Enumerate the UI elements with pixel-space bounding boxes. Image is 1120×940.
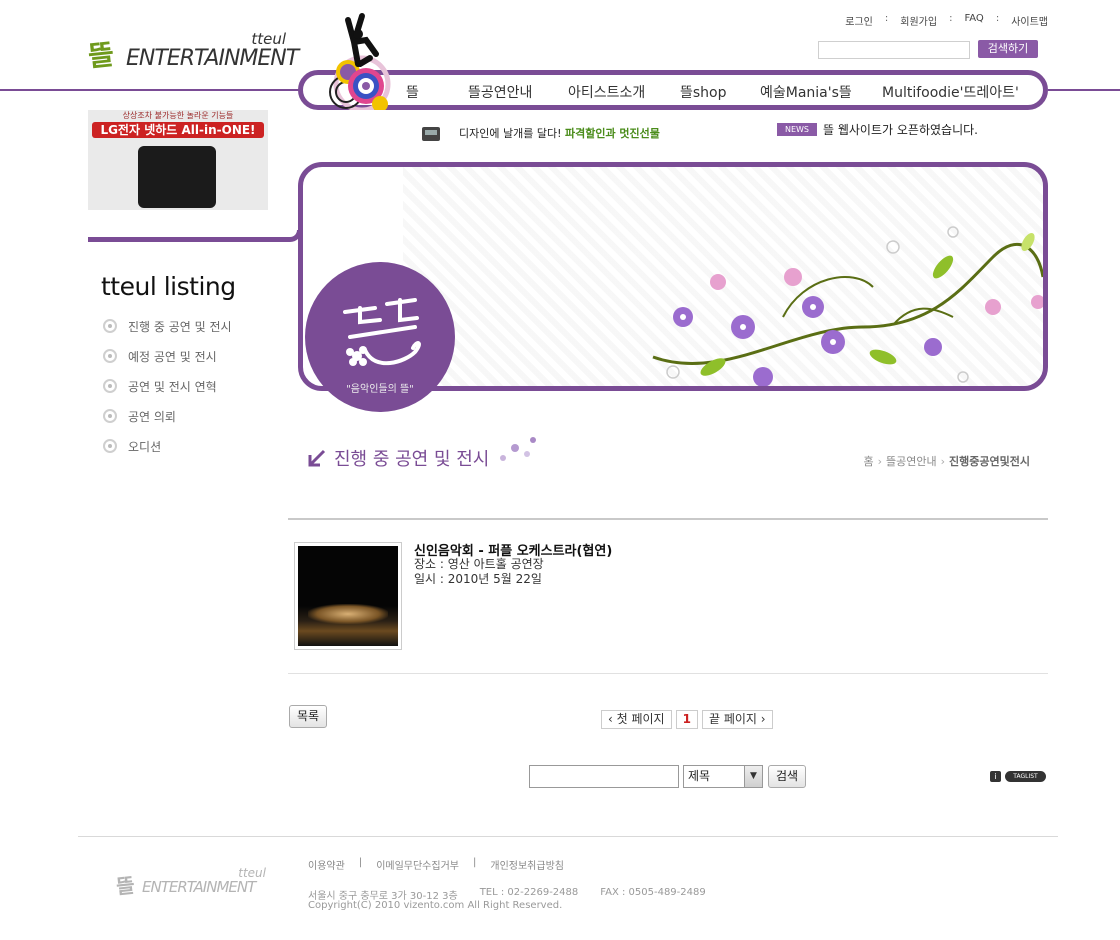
email-refusal-link[interactable]: 이메일무단수집거부: [376, 857, 459, 872]
arrow-down-left-icon: [308, 449, 326, 467]
ad-subtitle: 상상조차 불가능한 놀라운 기능들: [122, 111, 234, 120]
sidebar-item-request[interactable]: 공연 의뢰: [103, 408, 176, 424]
sidebar-item-audition[interactable]: 오디션: [103, 438, 161, 454]
logo-mark: 뜰: [86, 37, 116, 74]
footer-logo: 뜰 ENTERTAINMENT tteul: [114, 866, 266, 900]
top-links: 로그인 : 회원가입 : FAQ : 사이트맵: [845, 13, 1048, 28]
header-divider-left: [0, 89, 300, 91]
login-link[interactable]: 로그인: [845, 13, 873, 28]
board-search-input[interactable]: [529, 765, 679, 788]
header-search-input[interactable]: [818, 41, 970, 59]
dots-decoration-icon: [500, 437, 537, 461]
header-search-button[interactable]: 검색하기: [978, 40, 1038, 58]
footer-logo-tteul: tteul: [238, 866, 266, 880]
separator: :: [995, 13, 1000, 24]
nav-item-multifoodie[interactable]: Multifoodie'뜨레아트': [882, 82, 1034, 102]
sitemap-link[interactable]: 사이트맵: [1011, 13, 1048, 28]
pagination: ‹ 첫 페이지 1 끝 페이지 ›: [601, 710, 773, 729]
nav-item-tteul[interactable]: 뜰: [406, 82, 468, 102]
chevron-right-icon: ›: [940, 454, 946, 468]
faq-link[interactable]: FAQ: [964, 13, 983, 28]
chevron-right-icon: ›: [756, 712, 766, 726]
page-number-button[interactable]: 1: [675, 710, 698, 729]
bullet-icon: [103, 319, 117, 333]
nethard-product-image: [138, 146, 216, 208]
breadcrumb-section[interactable]: 뜰공연안내: [886, 453, 937, 469]
logo-tteul: tteul: [251, 30, 286, 48]
page-title: 진행 중 공연 및 전시: [334, 449, 490, 470]
main-nav: 뜰 뜰공연안내 아티스트소개 뜰shop 예술Mania's뜰 Multifoo…: [406, 82, 1034, 102]
chevron-down-icon[interactable]: ▼: [744, 766, 762, 787]
news-badge: NEWS: [777, 123, 817, 136]
last-page-label: 끝 페이지: [708, 712, 757, 726]
gift-icon: [422, 127, 440, 141]
dancer-circles-icon: [329, 13, 391, 110]
sidebar-title: tteul listing: [101, 272, 236, 301]
signup-link[interactable]: 회원가입: [900, 13, 937, 28]
breadcrumb-home[interactable]: 홈: [863, 453, 873, 469]
bullet-icon: [103, 439, 117, 453]
sidebar-item-label: 진행 중 공연 및 전시: [128, 319, 232, 334]
search-field-value: 제목: [688, 769, 711, 783]
bullet-icon: [103, 409, 117, 423]
separator: |: [358, 857, 363, 868]
promo-text[interactable]: 디자인에 날개를 달다! 파격할인과 멋진선물: [459, 125, 660, 141]
taglist-button[interactable]: TAGLIST: [1005, 771, 1046, 782]
item-thumbnail[interactable]: [294, 542, 402, 650]
badge-caption: "음악인들의 뜰": [346, 384, 414, 395]
list-button[interactable]: 목록: [289, 705, 327, 728]
board-search-button[interactable]: 검색: [768, 765, 806, 788]
footer-logo-entertainment: ENTERTAINMENT: [142, 878, 256, 896]
first-page-label: 첫 페이지: [616, 712, 665, 726]
nav-item-artists[interactable]: 아티스트소개: [568, 82, 680, 102]
footer-divider: [78, 836, 1058, 837]
lg-ad-banner[interactable]: 상상조차 불가능한 놀라운 기능들 LG전자 넷하드 All-in-ONE!: [88, 110, 268, 210]
page-heading: 진행 중 공연 및 전시: [306, 437, 543, 471]
promo-copy: 디자인에 날개를 달다!: [459, 127, 562, 140]
terms-link[interactable]: 이용약관: [308, 857, 345, 872]
orchestra-photo: [298, 546, 398, 646]
info-icon[interactable]: i: [990, 771, 1001, 782]
bullet-icon: [103, 379, 117, 393]
separator: :: [949, 13, 953, 24]
sidebar-item-upcoming[interactable]: 예정 공연 및 전시: [103, 348, 217, 364]
first-page-button[interactable]: ‹ 첫 페이지: [601, 710, 672, 729]
ad-brand: LG전자 넷하드 All-in-ONE!: [92, 122, 264, 138]
sidebar-item-label: 오디션: [128, 439, 162, 454]
left-frame: [88, 230, 302, 242]
site-logo[interactable]: 뜰 ENTERTAINMENT tteul: [86, 30, 300, 76]
breadcrumb-current: 진행중공연및전시: [949, 455, 1030, 468]
chevron-left-icon: ‹: [608, 712, 617, 726]
privacy-link[interactable]: 개인정보취급방침: [490, 857, 564, 872]
footer-links: 이용약관 | 이메일무단수집거부 | 개인정보취급방침: [308, 857, 564, 872]
nav-item-shop[interactable]: 뜰shop: [680, 82, 760, 102]
flower-vine-illustration: [652, 226, 1043, 386]
last-page-button[interactable]: 끝 페이지 ›: [701, 710, 773, 729]
sidebar-item-current[interactable]: 진행 중 공연 및 전시: [103, 318, 232, 334]
footer-logo-mark: 뜰: [114, 873, 136, 899]
sidebar-item-label: 공연 및 전시 연혁: [128, 379, 217, 394]
list-bottom-divider: [288, 673, 1048, 674]
separator: |: [473, 857, 477, 868]
header-divider-right: [1048, 89, 1120, 91]
promo-highlight: 파격할인과 멋진선물: [564, 127, 660, 140]
search-field-select[interactable]: 제목 ▼: [683, 765, 763, 788]
sidebar-item-label: 공연 의뢰: [128, 409, 176, 424]
sidebar-item-history[interactable]: 공연 및 전시 연혁: [103, 378, 217, 394]
breadcrumb: 홈 › 뜰공연안내 › 진행중공연및전시: [863, 453, 1030, 469]
logo-entertainment: ENTERTAINMENT: [126, 46, 299, 71]
separator: :: [884, 13, 889, 24]
chevron-right-icon: ›: [877, 454, 883, 468]
nav-item-mania[interactable]: 예술Mania's뜰: [760, 82, 882, 102]
news-text[interactable]: 뜰 웹사이트가 오픈하였습니다.: [823, 121, 978, 138]
nav-item-performances[interactable]: 뜰공연안내: [468, 82, 568, 102]
list-top-divider: [288, 518, 1048, 520]
copyright: Copyright(C) 2010 vizento.com All Right …: [308, 900, 563, 911]
sidebar-item-label: 예정 공연 및 전시: [128, 349, 217, 364]
bullet-icon: [103, 349, 117, 363]
item-date: 일시 : 2010년 5월 22일: [414, 572, 542, 586]
fax: FAX : 0505-489-2489: [600, 887, 706, 898]
